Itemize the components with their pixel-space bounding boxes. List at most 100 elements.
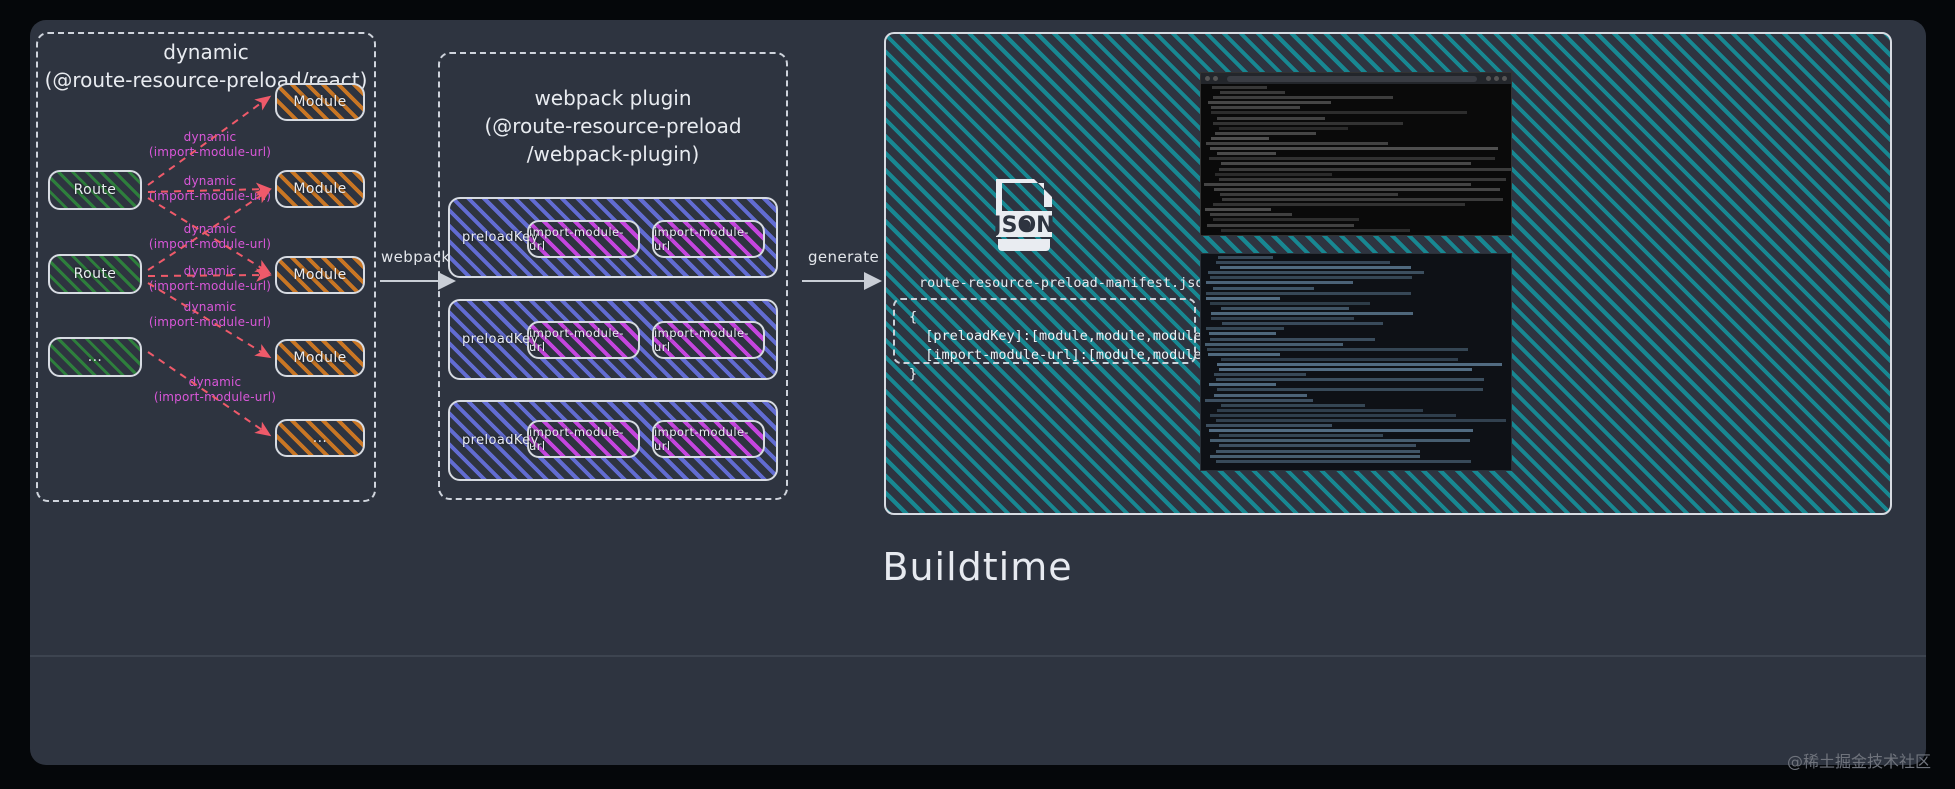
code-line bbox=[1221, 306, 1349, 310]
code-line bbox=[1206, 291, 1412, 295]
route-node-label: ... bbox=[87, 349, 103, 365]
devtools-console-body bbox=[1201, 254, 1511, 467]
code-line bbox=[1222, 198, 1503, 202]
code-line bbox=[1217, 116, 1325, 120]
code-line bbox=[1216, 261, 1391, 265]
edge-label-dynamic-4: dynamic (import-module-url) bbox=[148, 264, 272, 293]
module-node-label: Module bbox=[293, 181, 347, 197]
page-title: Buildtime bbox=[882, 545, 1073, 589]
code-line bbox=[1210, 454, 1420, 458]
watermark: @稀土掘金技术社区 bbox=[1786, 752, 1931, 771]
nav-forward-icon bbox=[1213, 76, 1218, 81]
code-line bbox=[1210, 106, 1300, 110]
code-line bbox=[1218, 126, 1349, 130]
code-line bbox=[1215, 378, 1484, 382]
edge-label-dynamic-6: dynamic (import-module-url) bbox=[153, 375, 277, 404]
code-line bbox=[1207, 271, 1425, 275]
code-line bbox=[1206, 296, 1280, 300]
code-line bbox=[1218, 444, 1416, 448]
diagram-canvas: dynamic (@route-resource-preload/react) … bbox=[0, 0, 1955, 789]
code-screenshot-titlebar bbox=[1201, 73, 1511, 84]
code-line bbox=[1213, 203, 1466, 207]
import-module-url-label: import-module-url bbox=[529, 225, 624, 253]
code-line bbox=[1207, 352, 1280, 356]
code-line bbox=[1221, 322, 1383, 326]
code-line bbox=[1205, 342, 1343, 346]
code-line bbox=[1221, 162, 1471, 166]
panel-webpack-plugin-title: webpack plugin (@route-resource-preload … bbox=[484, 86, 742, 166]
flow-label-webpack: webpack bbox=[381, 248, 451, 266]
module-node-label: Module bbox=[293, 350, 347, 366]
code-line bbox=[1205, 327, 1284, 331]
code-line bbox=[1215, 459, 1472, 463]
code-line bbox=[1210, 413, 1457, 417]
preload-key-label: preloadKey bbox=[462, 332, 539, 347]
preload-key-label: preloadKey bbox=[462, 230, 539, 245]
route-node-2[interactable]: Route bbox=[48, 254, 142, 294]
code-line bbox=[1215, 172, 1332, 176]
devtools-console-screenshot[interactable] bbox=[1200, 253, 1512, 471]
import-module-url-2-1[interactable]: import-module-url bbox=[527, 321, 640, 359]
code-line bbox=[1210, 111, 1467, 115]
code-line bbox=[1205, 142, 1388, 146]
route-node-ellipsis[interactable]: ... bbox=[48, 337, 142, 377]
import-module-url-1-2[interactable]: import-module-url bbox=[652, 220, 765, 258]
code-line bbox=[1210, 213, 1292, 217]
code-line bbox=[1212, 86, 1267, 89]
code-line bbox=[1207, 101, 1332, 105]
module-node-label: ... bbox=[312, 430, 328, 446]
import-module-url-2-2[interactable]: import-module-url bbox=[652, 321, 765, 359]
import-module-url-label: import-module-url bbox=[654, 425, 749, 453]
flow-label-generate: generate bbox=[808, 248, 880, 266]
code-line bbox=[1217, 408, 1423, 412]
code-line bbox=[1212, 121, 1403, 125]
edge-label-dynamic-2: dynamic (import-module-url) bbox=[148, 174, 272, 203]
code-line bbox=[1205, 398, 1314, 402]
code-line bbox=[1205, 281, 1354, 285]
module-node-ellipsis[interactable]: ... bbox=[275, 419, 365, 457]
code-line bbox=[1210, 276, 1412, 280]
code-line bbox=[1212, 96, 1394, 100]
edge-label-dynamic-1: dynamic (import-module-url) bbox=[148, 130, 272, 159]
module-node-4[interactable]: Module bbox=[275, 339, 365, 377]
code-line bbox=[1214, 131, 1317, 135]
code-line bbox=[1210, 439, 1470, 443]
import-module-url-label: import-module-url bbox=[654, 225, 749, 253]
code-line bbox=[1209, 147, 1498, 151]
code-line bbox=[1219, 177, 1506, 181]
code-line bbox=[1204, 208, 1272, 212]
module-node-3[interactable]: Module bbox=[275, 256, 365, 294]
code-line bbox=[1211, 312, 1413, 316]
code-line bbox=[1212, 286, 1315, 290]
window-icon-3 bbox=[1502, 76, 1507, 81]
code-line bbox=[1207, 223, 1354, 227]
import-module-url-3-1[interactable]: import-module-url bbox=[527, 420, 640, 458]
code-line bbox=[1221, 357, 1459, 361]
module-node-1[interactable]: Module bbox=[275, 83, 365, 121]
code-line bbox=[1219, 91, 1286, 95]
code-screenshot-body bbox=[1201, 84, 1511, 235]
code-line bbox=[1218, 368, 1472, 372]
minified-code-screenshot[interactable] bbox=[1200, 72, 1512, 236]
edge-label-dynamic-5: dynamic (import-module-url) bbox=[148, 300, 272, 329]
code-line bbox=[1220, 228, 1410, 232]
code-line bbox=[1212, 218, 1359, 222]
import-module-url-label: import-module-url bbox=[529, 326, 624, 354]
manifest-json-body: { [preloadKey]:[module,module,module], [… bbox=[893, 298, 1267, 382]
import-module-url-1-1[interactable]: import-module-url bbox=[527, 220, 640, 258]
code-line bbox=[1210, 317, 1355, 321]
route-node-1[interactable]: Route bbox=[48, 170, 142, 210]
module-node-label: Module bbox=[293, 94, 347, 110]
import-module-url-3-2[interactable]: import-module-url bbox=[652, 420, 765, 458]
code-line bbox=[1219, 266, 1412, 270]
code-line bbox=[1216, 449, 1420, 453]
code-line bbox=[1209, 383, 1277, 387]
window-icon-1 bbox=[1486, 76, 1491, 81]
code-line bbox=[1216, 362, 1502, 366]
code-line bbox=[1219, 192, 1398, 196]
module-node-2[interactable]: Module bbox=[275, 170, 365, 208]
code-line bbox=[1217, 256, 1273, 259]
url-bar[interactable] bbox=[1227, 75, 1477, 82]
code-line bbox=[1210, 301, 1370, 305]
code-line bbox=[1204, 182, 1472, 186]
